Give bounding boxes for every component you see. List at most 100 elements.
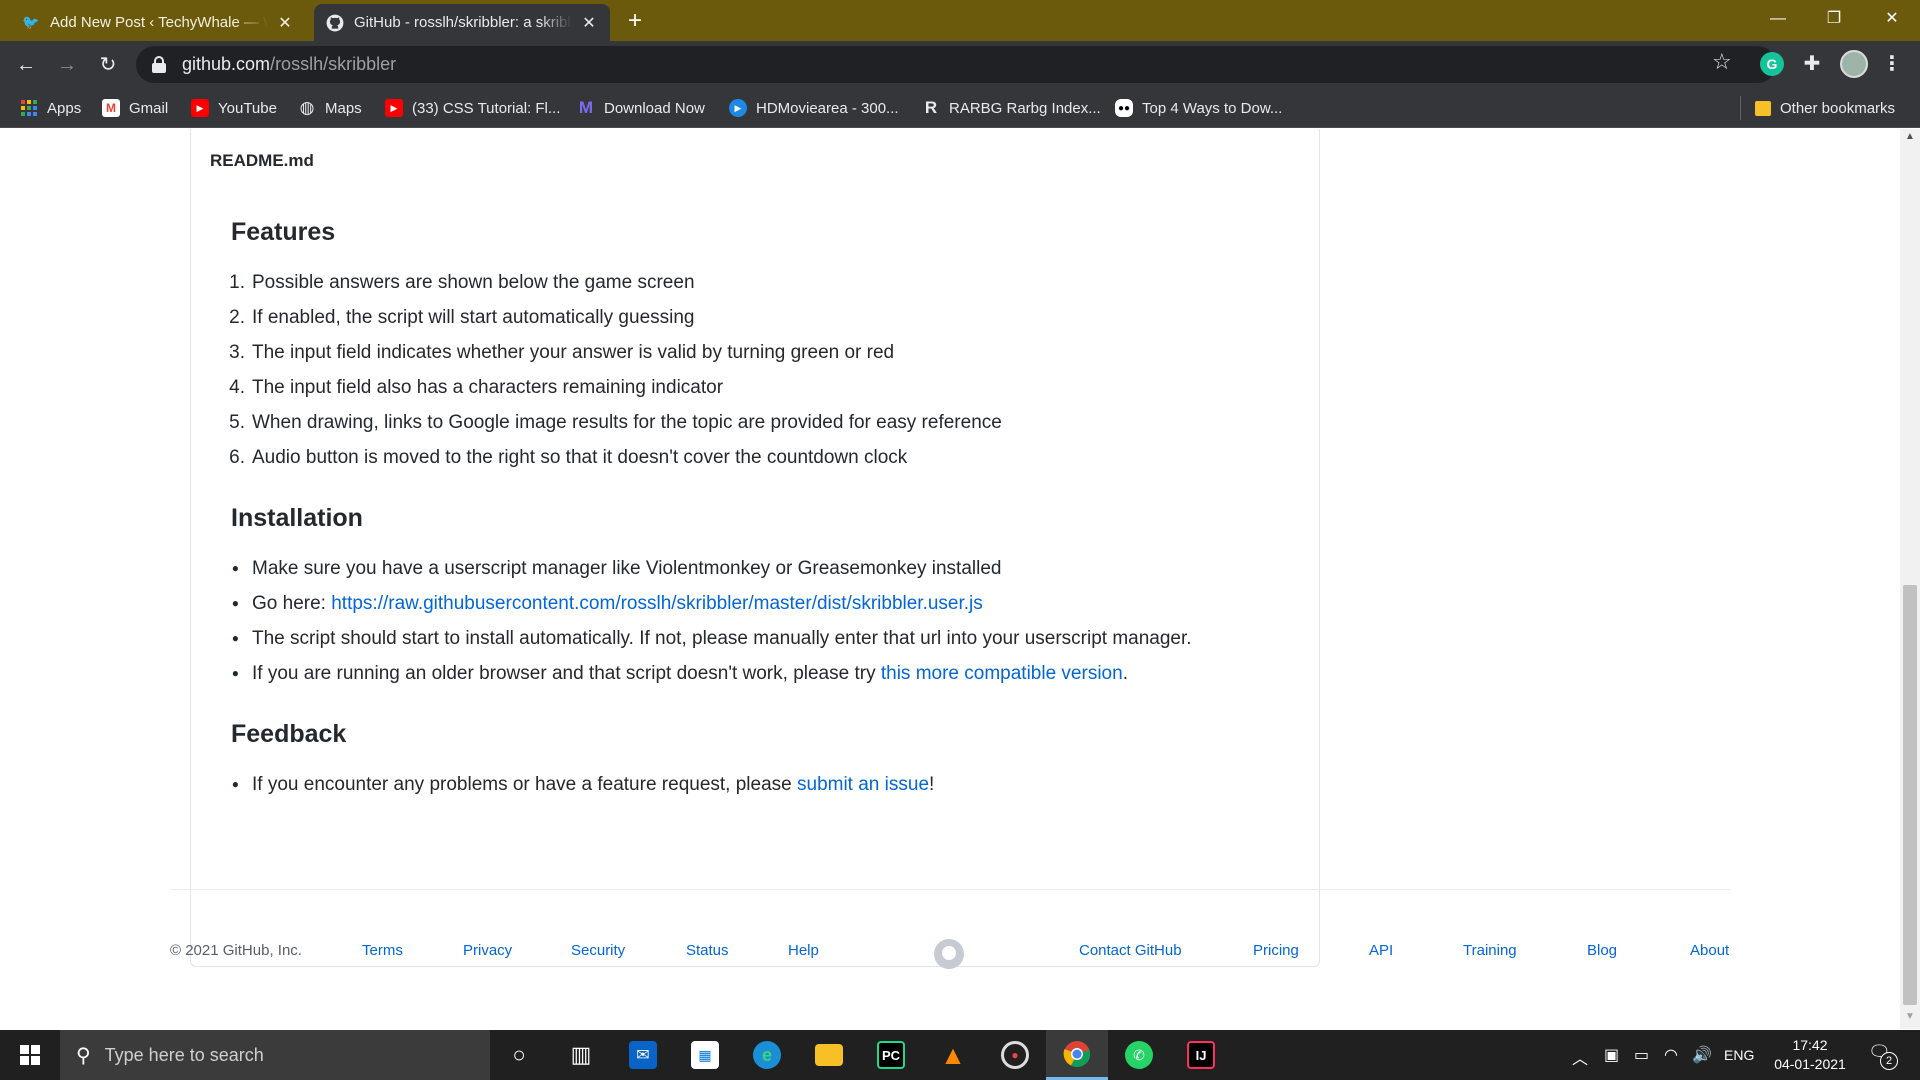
notification-badge: 2 bbox=[1880, 1052, 1898, 1070]
bookmark-label: Download Now bbox=[604, 99, 705, 117]
bookmark-css-tutorial[interactable]: ▶ (33) CSS Tutorial: Fl... bbox=[385, 98, 560, 118]
medium-logo-icon: ●● bbox=[1115, 99, 1133, 117]
footer-link-terms[interactable]: Terms bbox=[362, 942, 403, 959]
bookmark-label: Top 4 Ways to Dow... bbox=[1142, 99, 1283, 117]
footer-link-help[interactable]: Help bbox=[788, 942, 819, 959]
windows-logo-icon bbox=[20, 1045, 40, 1065]
readme-container bbox=[190, 129, 1320, 967]
apps-grid-icon bbox=[20, 99, 38, 117]
submit-issue-link[interactable]: submit an issue bbox=[797, 774, 929, 795]
bookmark-label: YouTube bbox=[218, 99, 277, 117]
page-scrollbar[interactable]: ▲ ▼ bbox=[1900, 129, 1920, 1029]
features-list: 1. Possible answers are shown below the g… bbox=[212, 265, 1002, 475]
footer-link-api[interactable]: API bbox=[1369, 942, 1393, 959]
footer-divider bbox=[170, 889, 1730, 890]
close-window-button[interactable]: ✕ bbox=[1864, 0, 1920, 38]
footer-copyright: © 2021 GitHub, Inc. bbox=[170, 942, 302, 959]
bookmark-hdmoviearea[interactable]: ▶ HDMoviearea - 300... bbox=[729, 98, 899, 118]
folder-icon bbox=[1755, 100, 1771, 116]
scroll-up-arrow-icon[interactable]: ▲ bbox=[1900, 131, 1920, 147]
footer-link-contact[interactable]: Contact GitHub bbox=[1079, 942, 1182, 959]
footer-link-status[interactable]: Status bbox=[686, 942, 729, 959]
wifi-icon[interactable]: ◠ bbox=[1664, 1045, 1678, 1065]
r-logo-icon: R bbox=[924, 98, 938, 117]
list-item: ● If you encounter any problems or have a… bbox=[231, 774, 935, 795]
tab-github[interactable]: GitHub - rosslh/skribbler: a skribbl.io … bbox=[314, 4, 610, 41]
back-button[interactable]: ← bbox=[10, 49, 42, 81]
address-bar[interactable]: github.com/rosslh/skribbler bbox=[136, 46, 1776, 83]
bookmark-separator bbox=[1740, 96, 1741, 120]
browser-titlebar: 🐦 Add New Post ‹ TechyWhale — WordPress … bbox=[0, 0, 1920, 41]
bookmark-gmail[interactable]: M Gmail bbox=[102, 98, 168, 118]
pycharm-icon[interactable]: PC bbox=[860, 1030, 922, 1080]
close-tab-icon[interactable]: ✕ bbox=[276, 13, 294, 33]
bookmark-label: Apps bbox=[47, 99, 82, 117]
bookmark-top4-ways[interactable]: ●● Top 4 Ways to Dow... bbox=[1115, 98, 1282, 118]
footer-link-security[interactable]: Security bbox=[571, 942, 625, 959]
footer-link-about[interactable]: About bbox=[1690, 942, 1729, 959]
language-indicator[interactable]: ENG bbox=[1724, 1047, 1754, 1063]
scroll-down-arrow-icon[interactable]: ▼ bbox=[1900, 1011, 1920, 1027]
globe-icon: ◍ bbox=[299, 98, 315, 117]
edge-icon[interactable]: e bbox=[736, 1030, 798, 1080]
grammarly-extension-icon[interactable]: G bbox=[1760, 52, 1784, 76]
footer-link-blog[interactable]: Blog bbox=[1587, 942, 1617, 959]
footer-link-pricing[interactable]: Pricing bbox=[1253, 942, 1299, 959]
close-tab-icon[interactable]: ✕ bbox=[580, 13, 598, 33]
cortana-circle-icon[interactable]: ○ bbox=[488, 1030, 550, 1080]
list-item: 3. The input field indicates whether your… bbox=[229, 342, 895, 363]
list-item: 4. The input field also has a characters … bbox=[229, 377, 724, 398]
puzzle-extensions-icon[interactable]: ✚ bbox=[1800, 52, 1824, 76]
task-view-icon[interactable]: ▥ bbox=[550, 1030, 612, 1080]
list-item: ● If you are running an older browser and… bbox=[231, 663, 1128, 684]
minimize-button[interactable]: — bbox=[1750, 0, 1806, 38]
new-tab-button[interactable]: + bbox=[620, 8, 650, 34]
clock-time: 17:42 bbox=[1792, 1037, 1828, 1053]
chrome-icon[interactable] bbox=[1046, 1030, 1108, 1080]
store-icon[interactable]: ▦ bbox=[674, 1030, 736, 1080]
bookmark-youtube[interactable]: ▶ YouTube bbox=[191, 98, 277, 118]
scrollbar-thumb[interactable] bbox=[1903, 585, 1917, 1005]
taskbar-clock[interactable]: 17:42 04-01-2021 bbox=[1764, 1036, 1856, 1074]
tab-wordpress[interactable]: 🐦 Add New Post ‹ TechyWhale — WordPress … bbox=[10, 4, 310, 41]
start-button[interactable] bbox=[0, 1030, 60, 1080]
bookmark-rarbg[interactable]: R RARBG Rarbg Index... bbox=[922, 98, 1101, 118]
lock-icon[interactable] bbox=[152, 55, 166, 74]
profile-avatar[interactable] bbox=[1840, 50, 1868, 78]
volume-icon[interactable]: 🔊 bbox=[1692, 1045, 1712, 1065]
youtube-icon: ▶ bbox=[191, 99, 209, 117]
footer-link-training[interactable]: Training bbox=[1463, 942, 1517, 959]
page-content: README.md Features 1. Possible answers ar… bbox=[0, 129, 1900, 1029]
show-hidden-icons-chevron-icon[interactable]: ︿ bbox=[1572, 1045, 1588, 1069]
kebab-menu-icon[interactable]: ⋮ bbox=[1880, 52, 1904, 76]
reload-button[interactable]: ↻ bbox=[92, 49, 124, 81]
readme-filename: README.md bbox=[210, 151, 314, 170]
bookmark-maps[interactable]: ◍ Maps bbox=[298, 98, 362, 118]
file-explorer-icon[interactable] bbox=[798, 1030, 860, 1080]
intellij-icon[interactable]: IJ bbox=[1170, 1030, 1232, 1080]
bookmark-apps[interactable]: Apps bbox=[20, 98, 81, 118]
media-player-icon[interactable]: ● bbox=[984, 1030, 1046, 1080]
battery-icon[interactable]: ▭ bbox=[1634, 1045, 1649, 1065]
bookmark-other[interactable]: Other bookmarks bbox=[1755, 98, 1895, 118]
youtube-icon: ▶ bbox=[385, 99, 403, 117]
m-logo-icon: M bbox=[578, 98, 594, 117]
taskbar-search[interactable]: ⚲ Type here to search bbox=[60, 1030, 490, 1080]
list-item: 1. Possible answers are shown below the g… bbox=[229, 272, 695, 293]
list-item: 5. When drawing, links to Google image re… bbox=[229, 412, 1002, 433]
bookmark-star-icon[interactable]: ☆ bbox=[1712, 49, 1732, 75]
mail-icon[interactable]: ✉ bbox=[612, 1030, 674, 1080]
restore-button[interactable]: ❐ bbox=[1806, 0, 1862, 38]
device-icon[interactable]: ▣ bbox=[1604, 1045, 1619, 1065]
compatible-version-link[interactable]: this more compatible version bbox=[881, 663, 1123, 684]
userscript-link[interactable]: https://raw.githubusercontent.com/rosslh… bbox=[331, 593, 983, 614]
vlc-icon[interactable]: ▲ bbox=[922, 1030, 984, 1080]
whatsapp-icon[interactable]: ✆ bbox=[1108, 1030, 1170, 1080]
url-path: /rosslh/skribbler bbox=[270, 54, 397, 74]
bookmark-download-now[interactable]: M Download Now bbox=[577, 98, 705, 118]
list-item: 6. Audio button is moved to the right so … bbox=[229, 447, 908, 468]
footer-link-privacy[interactable]: Privacy bbox=[463, 942, 512, 959]
forward-button[interactable]: → bbox=[51, 49, 83, 81]
browser-toolbar: ← → ↻ github.com/rosslh/skribbler ☆ G ✚ … bbox=[0, 41, 1920, 88]
github-logo-icon[interactable] bbox=[934, 939, 964, 969]
